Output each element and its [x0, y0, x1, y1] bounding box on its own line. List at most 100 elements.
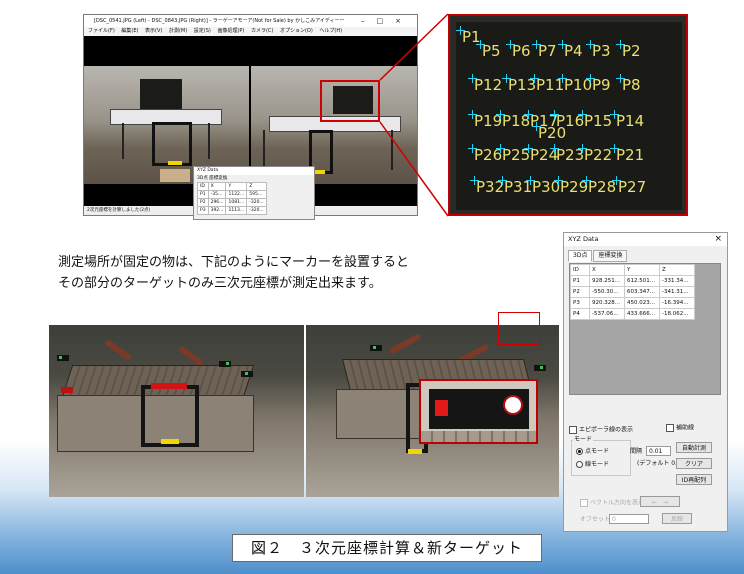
mode-group: [571, 440, 631, 476]
tab-coordinate-transform[interactable]: 座標変換: [209, 176, 227, 181]
mini-dialog-tabs: 3D点 座標変換: [194, 175, 314, 182]
xyz-points-list[interactable]: ID X Y Z P1 928.251... 612.501... -331.3…: [569, 263, 721, 395]
target-marker-label: P8: [622, 76, 641, 94]
mini-dialog-title: XYZ Data: [194, 167, 314, 175]
arrow-right-icon[interactable]: →: [663, 499, 668, 506]
menu-help[interactable]: ヘルプ(H): [319, 28, 342, 34]
inset-zoom-panel: [419, 379, 538, 444]
target-marker-label: P5: [482, 42, 501, 60]
table-row[interactable]: P2 296... 1081... -320...: [197, 198, 267, 207]
mode-label: モード: [573, 436, 594, 444]
target-marker-label: P22: [584, 146, 613, 164]
target-marker-label: P27: [618, 178, 647, 196]
description-line-1: 測定場所が固定の物は、下記のようにマーカーを設置すると: [58, 255, 410, 270]
target-marker-label: P6: [512, 42, 531, 60]
menu-image-processing[interactable]: 画像処理(P): [217, 28, 244, 34]
header-z: Z: [246, 182, 267, 191]
figure-caption: 図２ ３次元座標計算＆新ターゲット: [232, 534, 542, 562]
header-y: Y: [225, 182, 248, 191]
table-cell: P2: [197, 198, 209, 207]
id-reorder-button[interactable]: ID再配列: [676, 474, 712, 485]
red-marker: [435, 400, 448, 416]
arrow-left-icon[interactable]: ←: [652, 499, 657, 506]
target-marker-label: P21: [616, 146, 645, 164]
point-id: P3: [570, 297, 590, 309]
point-x: 928.251...: [589, 275, 625, 287]
table-row[interactable]: P3 392... 1113... -320...: [197, 206, 267, 215]
header-id[interactable]: ID: [570, 264, 590, 276]
status-text: 2次元座標を計算しました(2点): [87, 208, 151, 213]
header-x[interactable]: X: [589, 264, 625, 276]
tab-3d-points[interactable]: 3D点: [568, 250, 593, 262]
radio-icon[interactable]: [576, 461, 583, 468]
tab-coordinate-transform[interactable]: 座標変換: [593, 250, 628, 262]
corner-marker: [57, 355, 69, 361]
corner-marker: [534, 365, 546, 371]
menu-edit[interactable]: 編集(E): [121, 28, 138, 34]
apply-button[interactable]: 反映: [662, 513, 692, 524]
zoomed-target-panel: P1 P5 P6 P7 P4 P3 P2 P12 P13 P11 P10 P9 P8 P19 P18 P17 P…: [448, 14, 688, 216]
radio-selected-icon[interactable]: [576, 448, 583, 455]
auto-measure-button[interactable]: 自動計測: [676, 442, 712, 453]
spacing-input[interactable]: 0.01: [646, 446, 671, 456]
table-header-row: ID X Y Z: [197, 182, 267, 191]
yellow-marker: [161, 439, 179, 444]
mini-xyz-dialog: XYZ Data 3D点 座標変換 ID X Y Z P1 -35... 112…: [193, 166, 315, 220]
target-marker-label: P4: [564, 42, 583, 60]
zoom-callout-rect: [320, 80, 380, 122]
point-y: 450.023...: [624, 297, 660, 309]
bench-photo-left: [49, 325, 304, 497]
point-y: 612.501...: [624, 275, 660, 287]
point-id: P1: [570, 275, 590, 287]
tab-3d-points[interactable]: 3D点: [197, 176, 208, 181]
epipolar-label: エピポーラ線の表示: [579, 426, 634, 434]
table-row[interactable]: P2 -550.30... 603.347... -341.31...: [570, 286, 695, 298]
table-row[interactable]: P3 920.328... 450.023... -16.394...: [570, 297, 695, 309]
table-cell: 1122...: [225, 190, 248, 199]
table-cell: 1113...: [225, 206, 248, 215]
frame-target: [141, 385, 199, 447]
app-menubar: ファイル(F) 編集(E) 表示(V) 計測(M) 設定(S) 画像処理(P) …: [84, 27, 417, 36]
offset-label: オフセット: [580, 516, 611, 523]
close-icon[interactable]: ×: [714, 233, 722, 246]
table-row[interactable]: P1 -35... 1122... 595...: [197, 190, 267, 199]
point-y: 603.347...: [624, 286, 660, 298]
xyz-tabs: 3D点 座標変換: [568, 250, 628, 262]
table-row[interactable]: P1 928.251... 612.501... -331.34...: [570, 275, 695, 287]
line-mode-radio[interactable]: 線モード: [576, 461, 609, 469]
app-title: [DSC_0541.JPG (Left) - DSC_0843.JPG (Rig…: [94, 18, 345, 24]
table-cell: 296...: [207, 198, 227, 207]
offset-input[interactable]: 0: [609, 514, 649, 524]
table-row[interactable]: P4 -537.06... 433.666... -18.062...: [570, 308, 695, 320]
target-marker-label: P3: [592, 42, 611, 60]
point-x: 920.328...: [589, 297, 625, 309]
target-marker-label: P15: [584, 112, 613, 130]
yellow-marker: [408, 449, 422, 454]
window-controls[interactable]: –□×: [361, 15, 413, 27]
menu-options[interactable]: オプション(O): [280, 28, 313, 34]
direction-arrows-button[interactable]: ← →: [640, 496, 680, 507]
target-marker-label: P7: [538, 42, 557, 60]
backrest-pipe: [177, 345, 205, 367]
menu-view[interactable]: 表示(V): [145, 28, 162, 34]
checkbox-icon[interactable]: [666, 424, 674, 432]
menu-measure[interactable]: 計測(M): [169, 28, 187, 34]
vector-direction-checkbox[interactable]: ベクトル方向を表示: [580, 499, 644, 508]
menu-camera[interactable]: カメラ(C): [251, 28, 273, 34]
checkbox-icon[interactable]: [569, 426, 577, 434]
menu-file[interactable]: ファイル(F): [88, 28, 115, 34]
aux-line-checkbox[interactable]: 補助線: [666, 424, 694, 433]
clear-button[interactable]: クリア: [676, 458, 712, 469]
checkbox-icon[interactable]: [580, 499, 588, 507]
point-x: -550.30...: [589, 286, 625, 298]
epipolar-checkbox[interactable]: エピポーラ線の表示: [569, 426, 633, 435]
line-mode-label: 線モード: [585, 461, 610, 468]
menu-settings[interactable]: 設定(S): [194, 28, 211, 34]
header-z[interactable]: Z: [659, 264, 695, 276]
point-mode-radio[interactable]: 点モード: [576, 448, 609, 456]
target-board-closeup: P1 P5 P6 P7 P4 P3 P2 P12 P13 P11 P10 P9 P8 P19 P18 P17 P…: [456, 22, 682, 210]
aux-line-label: 補助線: [676, 424, 695, 432]
white-circle-target: [503, 395, 523, 415]
header-y[interactable]: Y: [624, 264, 660, 276]
table-cell: 392...: [207, 206, 227, 215]
